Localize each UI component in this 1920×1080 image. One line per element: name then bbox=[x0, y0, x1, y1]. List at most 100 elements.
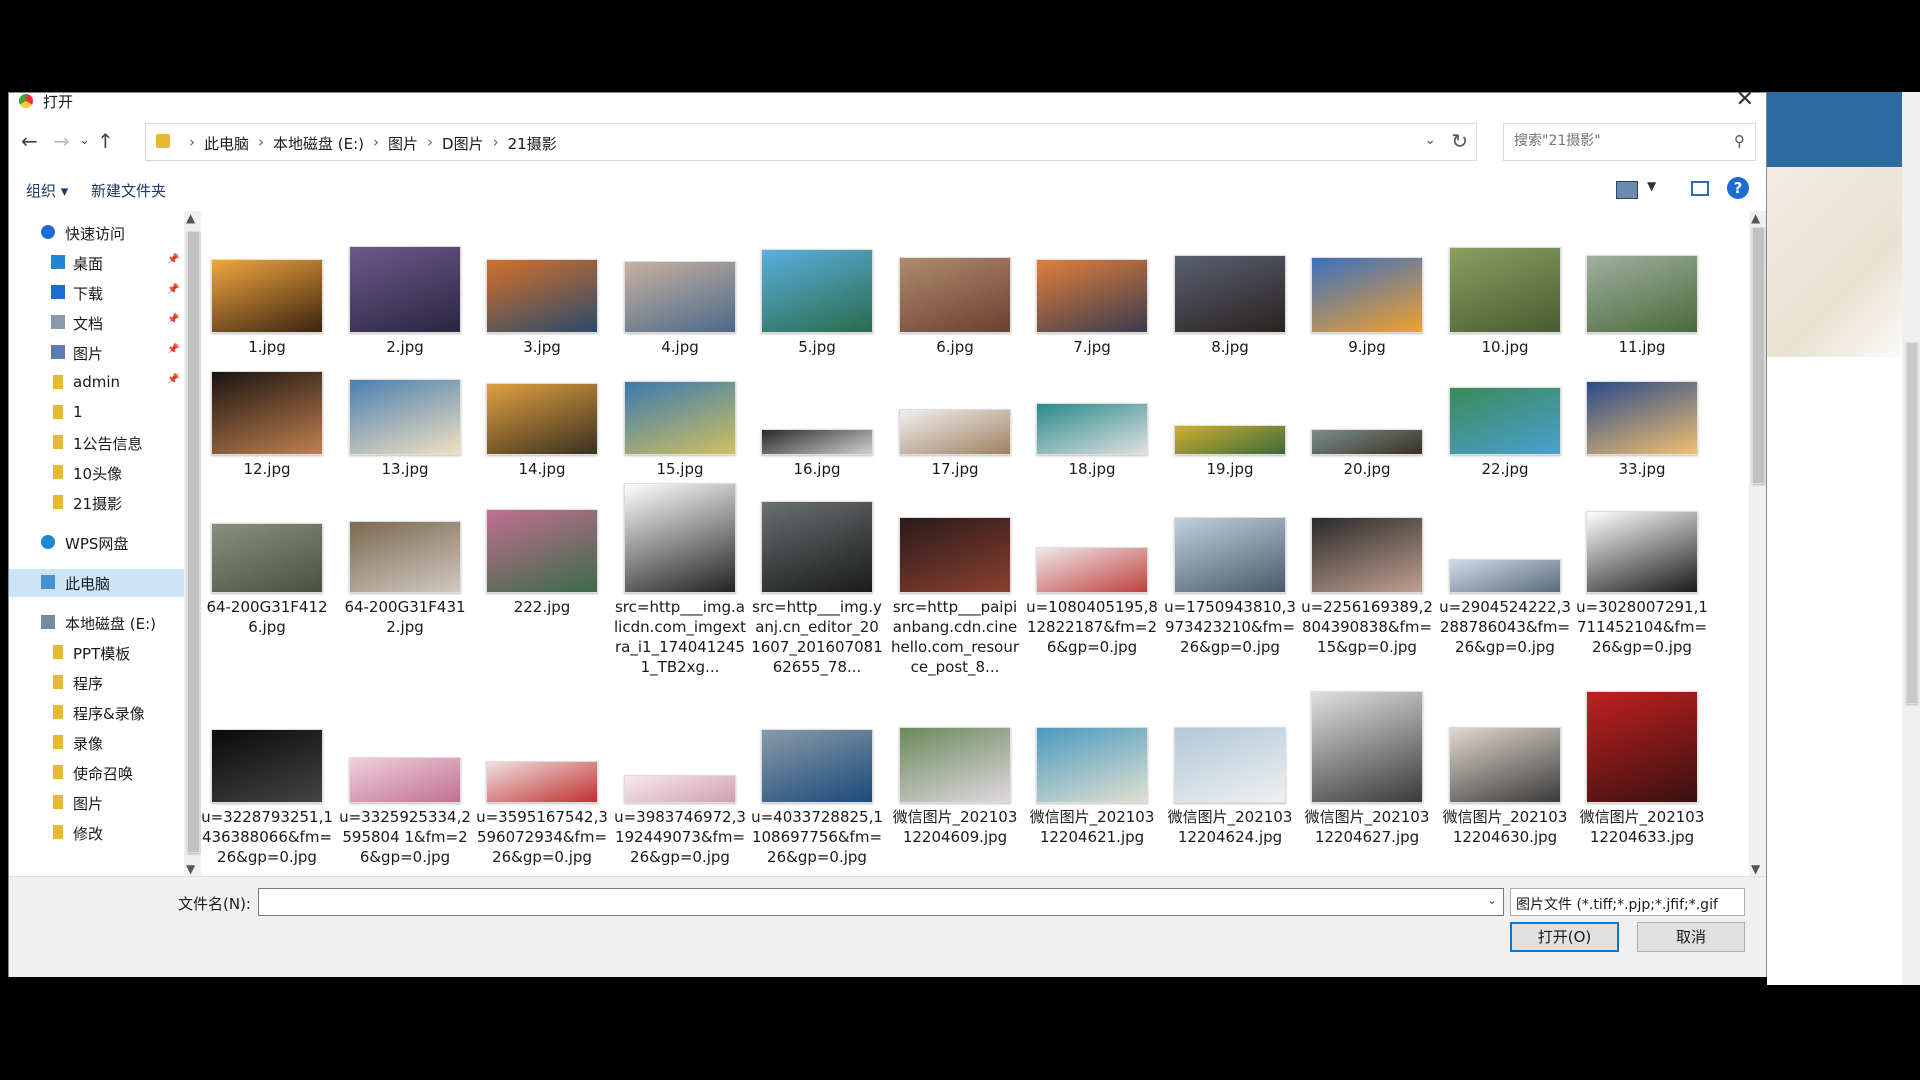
file-name: 13.jpg bbox=[381, 460, 429, 478]
file-name: u=3325925334,2595804 1&fm=26&gp=0.jpg bbox=[339, 808, 471, 866]
image-thumbnail bbox=[349, 246, 461, 333]
scroll-up-arrow-icon[interactable]: ▲ bbox=[186, 211, 195, 225]
filename-input[interactable]: ⌄ bbox=[258, 888, 1504, 916]
sidebar-item[interactable]: 程序&录像 bbox=[9, 699, 184, 727]
sidebar-item[interactable]: 快速访问 bbox=[9, 219, 184, 247]
search-icon[interactable]: ⚲ bbox=[1734, 132, 1745, 150]
image-thumbnail bbox=[1311, 517, 1423, 593]
close-icon[interactable]: ✕ bbox=[1736, 87, 1754, 112]
preview-pane-icon[interactable] bbox=[1691, 181, 1709, 196]
scroll-down-arrow-icon[interactable]: ▼ bbox=[1751, 862, 1760, 876]
sidebar-item[interactable]: 下载 📌 bbox=[9, 279, 184, 307]
pin-icon[interactable]: 📌 bbox=[167, 344, 179, 355]
image-thumbnail bbox=[1586, 381, 1698, 455]
image-thumbnail bbox=[1036, 727, 1148, 803]
filetype-select[interactable]: 图片文件 (*.tiff;*.pjp;*.jfif;*.gif ⌄ bbox=[1510, 888, 1745, 916]
breadcrumb-item[interactable]: 此电脑 bbox=[204, 133, 249, 154]
sidebar-item[interactable]: 图片 📌 bbox=[9, 339, 184, 367]
sidebar-item[interactable]: PPT模板 bbox=[9, 639, 184, 667]
folder-icon bbox=[156, 134, 170, 148]
sidebar-item[interactable]: 1公告信息 bbox=[9, 429, 184, 457]
pin-icon[interactable]: 📌 bbox=[167, 314, 179, 325]
background-scrollbar-thumb[interactable] bbox=[1906, 342, 1918, 704]
forward-arrow-icon[interactable]: → bbox=[53, 129, 70, 153]
sidebar-item[interactable]: 桌面 📌 bbox=[9, 249, 184, 277]
back-arrow-icon[interactable]: ← bbox=[21, 129, 38, 153]
pin-icon[interactable]: 📌 bbox=[167, 284, 179, 295]
new-folder-button[interactable]: 新建文件夹 bbox=[91, 180, 166, 201]
file-name: src=http___img.yanj.cn_editor_201607_201… bbox=[751, 598, 883, 676]
file-thumbnail-area bbox=[757, 477, 877, 593]
file-name: 微信图片_20210312204621.jpg bbox=[1029, 808, 1155, 846]
image-thumbnail bbox=[1449, 247, 1561, 333]
folder-icon bbox=[53, 765, 63, 779]
sidebar-item[interactable]: 本地磁盘 (E:) bbox=[9, 609, 184, 637]
image-thumbnail bbox=[624, 381, 736, 455]
breadcrumb-item[interactable]: D图片 bbox=[442, 133, 484, 154]
sidebar-item[interactable]: 录像 bbox=[9, 729, 184, 757]
refresh-icon[interactable]: ↻ bbox=[1451, 129, 1468, 153]
up-arrow-icon[interactable]: ↑ bbox=[97, 129, 114, 153]
sidebar-item[interactable]: 文档 📌 bbox=[9, 309, 184, 337]
scroll-down-arrow-icon[interactable]: ▼ bbox=[186, 862, 195, 876]
sidebar-item[interactable]: 程序 bbox=[9, 669, 184, 697]
sidebar-item[interactable]: 图片 bbox=[9, 789, 184, 817]
file-list-scrollbar-thumb[interactable] bbox=[1752, 227, 1765, 484]
sidebar-item[interactable]: 21摄影 bbox=[9, 489, 184, 517]
file-list-scrollbar[interactable]: ▲ ▼ bbox=[1749, 211, 1766, 876]
breadcrumb-item[interactable]: 图片 bbox=[388, 133, 418, 154]
filename-dropdown-chevron-icon[interactable]: ⌄ bbox=[1487, 893, 1497, 907]
view-options-icon[interactable] bbox=[1616, 181, 1638, 199]
cloud-icon bbox=[41, 535, 55, 549]
file-name: 19.jpg bbox=[1206, 460, 1254, 478]
recent-locations-chevron-icon[interactable]: ⌄ bbox=[79, 133, 90, 148]
drive-icon bbox=[41, 615, 55, 629]
scroll-up-arrow-icon[interactable]: ▲ bbox=[1751, 211, 1760, 225]
file-thumbnail-area bbox=[1582, 339, 1702, 455]
image-thumbnail bbox=[624, 775, 736, 803]
folder-icon bbox=[53, 435, 63, 449]
image-thumbnail bbox=[624, 483, 736, 593]
sidebar-item[interactable]: admin 📌 bbox=[9, 369, 184, 397]
breadcrumb-item[interactable]: 21摄影 bbox=[508, 133, 557, 154]
sidebar-item[interactable]: 10头像 bbox=[9, 459, 184, 487]
sidebar-item[interactable]: 使命召唤 bbox=[9, 759, 184, 787]
image-thumbnail bbox=[211, 523, 323, 593]
filetype-dropdown-chevron-icon[interactable]: ⌄ bbox=[1516, 894, 1738, 908]
file-thumbnail-area bbox=[1307, 339, 1427, 455]
background-scrollbar[interactable] bbox=[1902, 92, 1920, 985]
image-thumbnail bbox=[1174, 727, 1286, 803]
breadcrumb-item[interactable]: 本地磁盘 (E:) bbox=[273, 133, 364, 154]
sidebar-item[interactable]: WPS网盘 bbox=[9, 529, 184, 557]
pin-icon[interactable]: 📌 bbox=[167, 374, 179, 385]
image-thumbnail bbox=[349, 757, 461, 803]
file-thumbnail-area bbox=[1582, 687, 1702, 803]
sidebar-item[interactable]: 此电脑 bbox=[9, 569, 184, 597]
cancel-button[interactable]: 取消 bbox=[1637, 922, 1745, 952]
sidebar-item[interactable]: 1 bbox=[9, 399, 184, 427]
search-box[interactable]: ⚲ bbox=[1503, 123, 1756, 161]
address-bar[interactable]: › 此电脑 › 本地磁盘 (E:) › 图片 › D图片 › 21摄影 ⌄ ↻ bbox=[145, 123, 1477, 161]
open-button[interactable]: 打开(O) bbox=[1510, 922, 1619, 952]
organize-button[interactable]: 组织 ▾ bbox=[26, 180, 68, 201]
folder-icon bbox=[53, 405, 63, 419]
sidebar-item[interactable]: 修改 bbox=[9, 819, 184, 847]
file-name: u=2256169389,2804390838&fm=15&gp=0.jpg bbox=[1301, 598, 1433, 656]
folder-icon bbox=[53, 495, 63, 509]
image-thumbnail bbox=[486, 509, 598, 593]
file-thumbnail-area bbox=[1445, 339, 1565, 455]
search-input[interactable] bbox=[1512, 132, 1716, 150]
image-thumbnail bbox=[899, 409, 1011, 455]
star-icon bbox=[41, 225, 55, 239]
view-dropdown-chevron-icon[interactable]: ▼ bbox=[1647, 179, 1656, 193]
help-icon[interactable]: ? bbox=[1727, 177, 1749, 199]
image-thumbnail bbox=[1449, 387, 1561, 455]
file-name: u=2904524222,3288786043&fm=26&gp=0.jpg bbox=[1439, 598, 1571, 656]
address-dropdown-chevron-icon[interactable]: ⌄ bbox=[1424, 132, 1436, 148]
pin-icon[interactable]: 📌 bbox=[167, 254, 179, 265]
file-thumbnail-area bbox=[1170, 477, 1290, 593]
sidebar-item-label: 快速访问 bbox=[65, 225, 126, 243]
sidebar-item-label: 录像 bbox=[73, 735, 104, 753]
image-thumbnail bbox=[1036, 547, 1148, 593]
file-thumbnail-area bbox=[345, 477, 465, 593]
